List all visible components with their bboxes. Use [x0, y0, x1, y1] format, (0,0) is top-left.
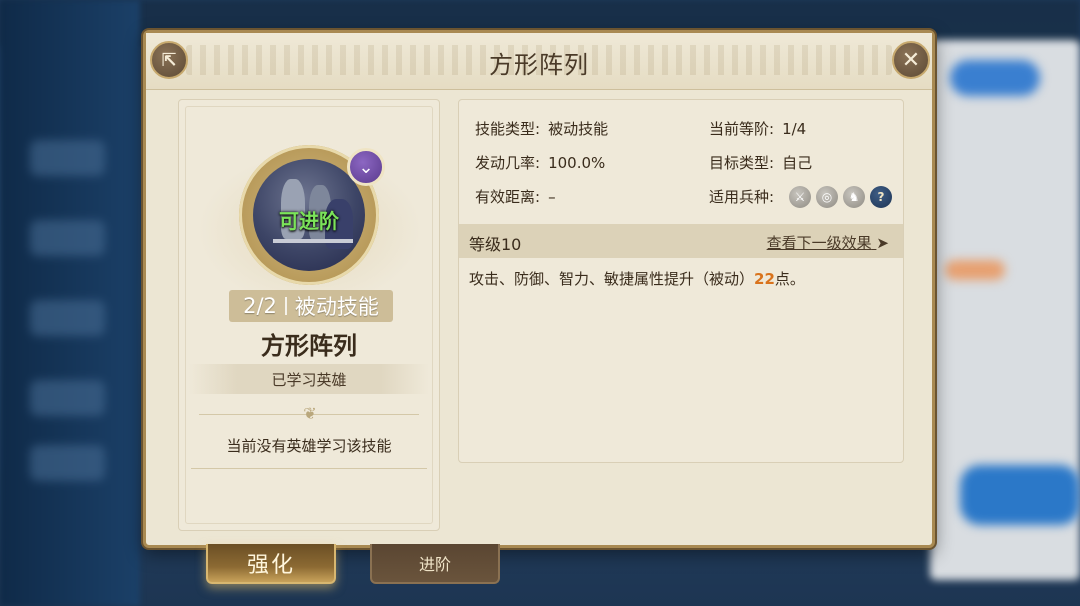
background-sidebar-item	[30, 220, 105, 256]
target-type-label: 目标类型:	[709, 154, 775, 172]
skill-name: 方形阵列	[261, 332, 357, 360]
skill-type-tag: 被动技能	[294, 295, 379, 319]
close-icon: ✕	[901, 47, 921, 73]
current-tier-label: 当前等阶:	[709, 120, 775, 138]
trigger-rate-value: 100.0%	[548, 154, 606, 172]
trigger-rate-label: 发动几率:	[475, 154, 541, 172]
troop-type-icons: ⚔ ◎ ♞ ?	[789, 186, 892, 208]
current-tier-row: 当前等阶: 1/4	[709, 118, 806, 139]
horse-icon[interactable]: ♞	[843, 186, 865, 208]
background-sidebar-item	[30, 445, 105, 481]
troop-types-row: 适用兵种:	[709, 186, 782, 207]
skill-type-value: 被动技能	[548, 120, 609, 138]
next-level-effect-link[interactable]: 查看下一级效果 ➤	[767, 232, 889, 253]
no-hero-message: 当前没有英雄学习该技能	[191, 422, 427, 469]
share-icon: ⇱	[161, 49, 177, 71]
skill-effect-description: 攻击、防御、智力、敏捷属性提升（被动）22点。	[469, 268, 805, 289]
background-sidebar-item	[30, 300, 105, 336]
advance-available-label: 可进阶	[279, 209, 339, 233]
current-tier-value: 1/4	[782, 120, 807, 138]
troop-types-label: 适用兵种:	[709, 188, 775, 206]
sword-icon[interactable]: ⚔	[789, 186, 811, 208]
trigger-rate-row: 发动几率: 100.0%	[475, 152, 605, 173]
ornament-icon: ❦	[303, 404, 317, 423]
effect-value: 22	[754, 270, 775, 288]
skill-level-label: 等级10	[469, 235, 522, 254]
target-type-value: 自己	[782, 154, 813, 172]
background-sidebar	[0, 0, 140, 606]
background-blue-button	[960, 465, 1080, 525]
learned-heroes-header: 已学习英雄	[189, 364, 429, 394]
range-value: –	[548, 188, 556, 206]
skill-level-tag: 2/2 被动技能	[229, 290, 393, 322]
background-blue-button	[950, 60, 1040, 96]
level-bar: 等级10 查看下一级效果 ➤	[459, 224, 903, 258]
skill-type-label: 技能类型:	[475, 120, 541, 138]
effect-suffix: 点。	[774, 270, 805, 288]
background-orange-tag	[945, 260, 1005, 280]
skill-level-value: 2/2	[243, 294, 277, 318]
skill-type-row: 技能类型: 被动技能	[475, 118, 608, 139]
skill-detail-dialog: 方形阵列 ⇱ ✕ 可进阶 ⌄ 2/2 被动技能 方形阵列 已学习英雄 ❦ 当前没…	[143, 30, 935, 548]
close-button[interactable]: ✕	[892, 41, 930, 79]
dialog-header: 方形阵列 ⇱ ✕	[146, 33, 932, 90]
background-sidebar-item	[30, 380, 105, 416]
background-sidebar-item	[30, 140, 105, 176]
chevron-down-icon: ⌄	[358, 156, 374, 178]
fence-bar	[273, 239, 353, 243]
arrow-right-icon: ➤	[876, 234, 889, 252]
range-label: 有效距离:	[475, 188, 541, 206]
tab-enhance[interactable]: 强化	[206, 544, 336, 584]
advance-badge[interactable]: ⌄	[347, 148, 385, 186]
tag-separator	[284, 297, 287, 315]
dialog-title: 方形阵列	[489, 51, 589, 79]
share-button[interactable]: ⇱	[150, 41, 188, 79]
question-icon[interactable]: ?	[870, 186, 892, 208]
range-row: 有效距离: –	[475, 186, 556, 207]
tab-advance[interactable]: 进阶	[370, 544, 500, 584]
next-level-link-text: 查看下一级效果	[766, 234, 872, 252]
shield-icon[interactable]: ◎	[816, 186, 838, 208]
target-type-row: 目标类型: 自己	[709, 152, 812, 173]
skill-summary-card: 可进阶 ⌄ 2/2 被动技能 方形阵列 已学习英雄 ❦ 当前没有英雄学习该技能	[178, 99, 441, 531]
effect-prefix: 攻击、防御、智力、敏捷属性提升（被动）	[469, 270, 755, 288]
skill-details-panel: 技能类型: 被动技能 当前等阶: 1/4 发动几率: 100.0% 目标类型: 自己 有…	[458, 99, 904, 463]
